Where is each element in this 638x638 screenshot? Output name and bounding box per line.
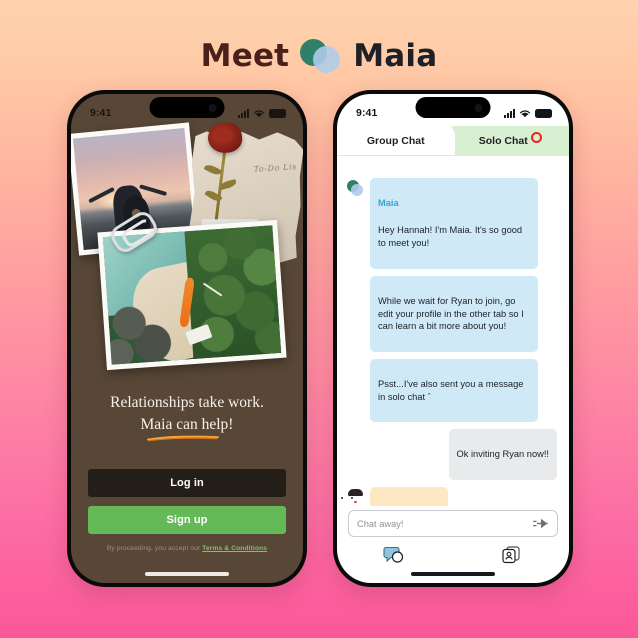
message-text: While we wait for Ryan to join, go edit … [378, 295, 524, 332]
dynamic-island [415, 97, 491, 118]
poster-canvas: Meet Maia 9:41 To-Do Lis Relationships t… [0, 0, 638, 638]
send-arrow-icon[interactable] [532, 517, 549, 530]
message-text: Hey Hannah! I'm Maia. It's so good to me… [378, 225, 523, 249]
message-text: Ok inviting Ryan now!! [456, 449, 550, 460]
status-time: 9:41 [90, 107, 112, 119]
tagline-underline-icon [146, 435, 219, 441]
tab-group-chat[interactable]: Group Chat [337, 126, 455, 155]
composer: Chat away! [337, 506, 569, 542]
left-phone-mockup: 9:41 To-Do Lis Relationships take work. … [64, 87, 310, 590]
chat-bubbles-icon [383, 546, 404, 563]
photo-collage: To-Do Lis [71, 120, 303, 380]
profile-cards-icon [502, 546, 520, 564]
home-indicator [411, 572, 495, 576]
maia-avatar [347, 180, 364, 197]
message-row: Ok inviting Ryan now!! [347, 429, 557, 480]
login-button[interactable]: Log in [88, 469, 286, 497]
message-input[interactable]: Chat away! [357, 519, 532, 529]
page-title: Meet Maia [0, 38, 638, 74]
title-word-meet: Meet [200, 38, 290, 74]
avatar-circle-blue [351, 184, 363, 196]
battery-icon [535, 108, 552, 118]
wifi-icon [253, 109, 265, 117]
title-word-maia: Maia [353, 38, 438, 74]
tab-group-chat-label: Group Chat [366, 134, 425, 147]
right-phone-mockup: 9:41 Solo Chat Group Chat Maia Hey Hanna… [330, 87, 576, 590]
message-row: Psst...I've also sent you a message in s… [347, 359, 557, 423]
home-indicator [145, 572, 229, 576]
unread-badge-icon [530, 132, 542, 143]
tab-solo-chat-label: Solo Chat [478, 134, 528, 147]
sender-name: Maia [378, 197, 399, 208]
maia-logo-icon [298, 39, 344, 73]
message-bubble-outgoing[interactable]: Ok inviting Ryan now!! [448, 429, 557, 480]
logo-circle-blue [313, 46, 341, 73]
cellular-signal-icon [238, 108, 249, 118]
chat-tabs: Solo Chat Group Chat [337, 126, 569, 155]
tagline-line-2-wrap: Maia can help! [140, 414, 234, 441]
ryan-avatar [341, 488, 364, 506]
right-phone-screen: 9:41 Solo Chat Group Chat Maia Hey Hanna… [337, 94, 569, 583]
message-row: Ryan What's uppppp [341, 486, 557, 506]
cellular-signal-icon [504, 108, 515, 118]
status-icons [504, 108, 552, 118]
tab-solo-chat[interactable]: Solo Chat [445, 126, 569, 155]
onboarding-screen: 9:41 To-Do Lis Relationships take work. … [71, 94, 303, 583]
message-thread: Maia Hey Hannah! I'm Maia. It's so good … [337, 156, 569, 506]
legal-text: By proceeding, you accept our Terms & Co… [88, 545, 286, 552]
cta-group: Log in Sign up By proceeding, you accept… [88, 469, 286, 552]
beach-rocks [107, 293, 180, 365]
front-camera-icon [474, 103, 483, 112]
message-input-box[interactable]: Chat away! [348, 510, 558, 537]
tagline-line-1: Relationships take work. [110, 394, 264, 411]
message-bubble[interactable]: Maia Hey Hannah! I'm Maia. It's so good … [370, 178, 538, 269]
tabbar-item-chat[interactable] [337, 545, 453, 565]
legal-prefix: By proceeding, you accept our [106, 545, 203, 552]
message-text: Psst...I've also sent you a message in s… [378, 378, 524, 402]
tagline: Relationships take work. Maia can help! [71, 392, 303, 441]
dynamic-island [149, 97, 225, 118]
battery-icon [269, 108, 286, 118]
message-row: While we wait for Ryan to join, go edit … [347, 275, 557, 353]
tagline-line-2: Maia can help! [140, 416, 234, 433]
status-icons [238, 108, 286, 118]
message-bubble[interactable]: Ryan What's uppppp [370, 486, 448, 506]
message-bubble[interactable]: While we wait for Ryan to join, go edit … [370, 275, 538, 353]
terms-and-conditions-link[interactable]: Terms & Conditions [202, 545, 267, 552]
chat-app: 9:41 Solo Chat Group Chat Maia Hey Hanna… [337, 94, 569, 583]
signup-button[interactable]: Sign up [88, 506, 286, 534]
left-phone-screen: 9:41 To-Do Lis Relationships take work. … [71, 94, 303, 583]
wifi-icon [519, 109, 531, 117]
message-bubble[interactable]: Psst...I've also sent you a message in s… [370, 359, 538, 423]
message-row: Maia Hey Hannah! I'm Maia. It's so good … [347, 178, 557, 269]
bottom-tab-bar [337, 542, 569, 583]
front-camera-icon [208, 103, 217, 112]
tabbar-item-profile[interactable] [453, 545, 569, 565]
status-time: 9:41 [356, 107, 378, 119]
